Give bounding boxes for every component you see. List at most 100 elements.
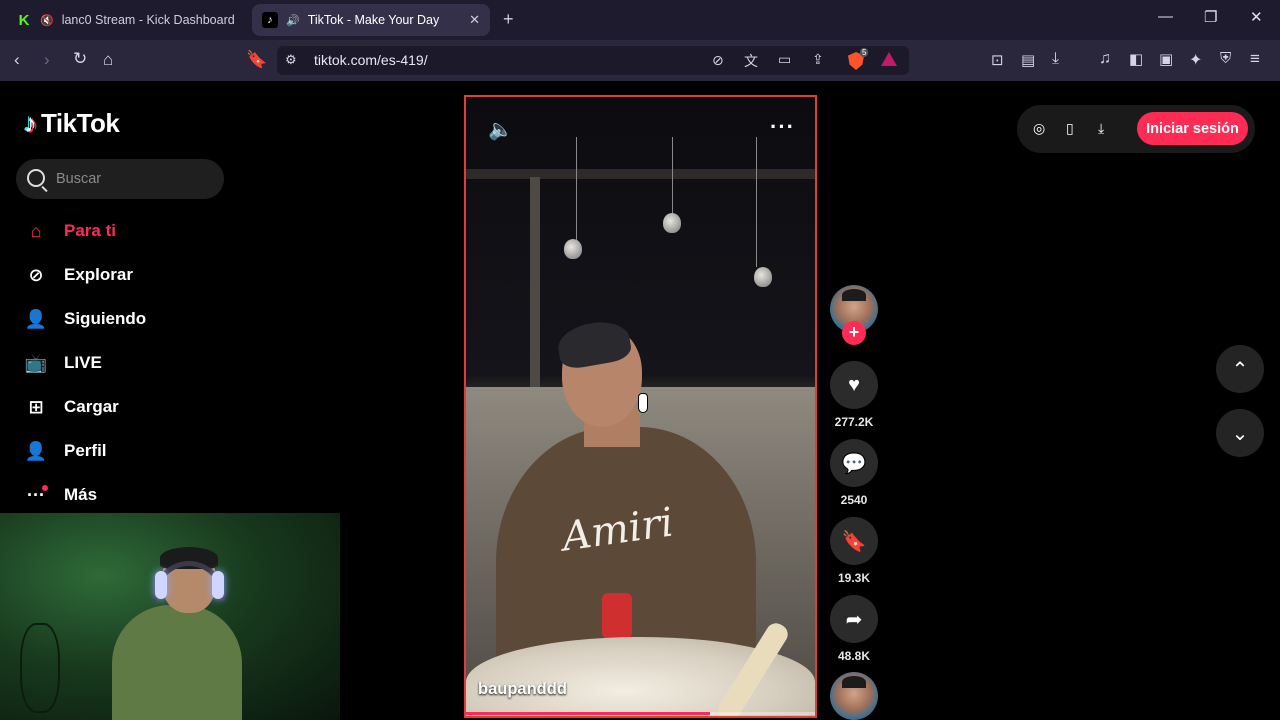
volume-icon[interactable]: 🔈 xyxy=(488,117,513,142)
comment-icon: 💬 xyxy=(841,452,867,475)
forward-icon[interactable]: › xyxy=(44,50,50,70)
light-bulb xyxy=(663,213,681,233)
brand-name: TikTok xyxy=(41,108,120,138)
minimize-icon[interactable]: — xyxy=(1158,8,1173,25)
video-progress-fill xyxy=(466,712,711,715)
home-icon: ⌂ xyxy=(30,220,42,241)
restore-icon[interactable]: ❐ xyxy=(1204,8,1217,26)
light-bulb xyxy=(564,239,582,259)
following-icon: 👤 xyxy=(24,308,48,329)
search-input[interactable] xyxy=(56,170,216,188)
music-disc-avatar[interactable] xyxy=(830,672,878,720)
profile-icon: 👤 xyxy=(24,440,48,461)
tiktok-studio-icon[interactable]: ◎ xyxy=(1033,120,1045,137)
bulb-wire xyxy=(576,137,577,247)
sidebar-item-label: Cargar xyxy=(64,397,119,416)
like-count: 277.2K xyxy=(834,415,874,429)
cast-icon[interactable]: ▭ xyxy=(778,51,791,68)
tiktok-note-icon: ♪ xyxy=(24,108,37,138)
back-icon[interactable]: ‹ xyxy=(14,50,20,70)
upload-plus-icon: ⊞ xyxy=(28,396,44,417)
sidebar-item-perfil[interactable]: 👤 Perfil xyxy=(24,437,107,465)
streamer-body xyxy=(112,605,242,720)
share-count: 48.8K xyxy=(837,649,871,663)
wallet-box-icon[interactable]: ▤ xyxy=(1021,51,1035,69)
video-progress-bar[interactable] xyxy=(466,712,815,715)
vpn-icon[interactable]: ⛨ xyxy=(1220,50,1231,67)
bookmark-icon[interactable]: 🔖 xyxy=(246,50,267,70)
leo-ai-icon[interactable]: ✦ xyxy=(1189,50,1202,70)
headset-cup-left xyxy=(155,571,167,599)
home-browser-icon[interactable]: ⌂ xyxy=(103,50,113,70)
notification-dot xyxy=(42,485,48,491)
tiktok-favicon-icon: ♪ xyxy=(262,12,278,28)
reload-icon[interactable]: ↻ xyxy=(73,49,87,69)
brave-rewards-icon[interactable] xyxy=(881,52,897,66)
next-video-button[interactable]: ⌄ xyxy=(1216,409,1264,457)
close-window-icon[interactable]: ✕ xyxy=(1250,8,1263,26)
comment-button[interactable]: 💬 xyxy=(830,439,878,487)
speaker-icon[interactable]: 🔊 xyxy=(286,14,300,27)
bulb-wire xyxy=(756,137,757,267)
previous-video-button[interactable]: ⌃ xyxy=(1216,345,1264,393)
share-icon[interactable]: ⇪ xyxy=(812,51,824,68)
sidebar-item-siguiendo[interactable]: 👤 Siguiendo xyxy=(24,305,146,333)
close-tab-icon[interactable]: ✕ xyxy=(469,12,480,28)
comment-count: 2540 xyxy=(840,493,868,507)
like-button[interactable]: ♥ xyxy=(830,361,878,409)
mouse-cursor xyxy=(638,393,648,413)
tiktok-logo[interactable]: ♪ TikTok xyxy=(24,108,120,139)
sidebar-item-mas[interactable]: ··· Más xyxy=(24,481,97,509)
bookmark-save-icon: 🔖 xyxy=(841,530,867,553)
sidebar-toggle-icon[interactable]: ◧ xyxy=(1129,50,1143,68)
browser-tab-bar: K 🔇 lanc0 Stream - Kick Dashboard ♪ 🔊 Ti… xyxy=(0,0,1280,40)
sidebar-item-explorar[interactable]: ⊘ Explorar xyxy=(24,261,133,289)
music-icon[interactable]: ♫ xyxy=(1099,50,1111,68)
more-options-icon[interactable]: ··· xyxy=(770,114,795,140)
bulb-wire xyxy=(672,137,673,217)
light-bulb xyxy=(754,267,772,287)
share-button[interactable]: ➦ xyxy=(830,595,878,643)
reader-off-icon[interactable]: ⊘ xyxy=(712,52,724,69)
sidebar-item-label: Perfil xyxy=(64,441,107,460)
compass-icon: ⊘ xyxy=(28,264,44,285)
tab-tiktok[interactable]: ♪ 🔊 TikTok - Make Your Day ✕ xyxy=(252,4,490,36)
muted-speaker-icon[interactable]: 🔇 xyxy=(40,14,54,27)
screenshot-icon[interactable]: ⊡ xyxy=(991,51,1004,69)
tab-kick-dashboard[interactable]: K 🔇 lanc0 Stream - Kick Dashboard xyxy=(6,4,250,36)
tab-title: lanc0 Stream - Kick Dashboard xyxy=(61,13,235,27)
save-count: 19.3K xyxy=(837,571,871,585)
translate-icon[interactable]: 文 xyxy=(744,51,758,71)
save-button[interactable]: 🔖 xyxy=(830,517,878,565)
download-icon[interactable]: ⤓ xyxy=(1052,50,1059,68)
tab-title: TikTok - Make Your Day xyxy=(307,13,440,27)
menu-icon[interactable]: ≡ xyxy=(1250,49,1260,69)
headset-cup-right xyxy=(212,571,224,599)
sidebar-item-label: LIVE xyxy=(64,353,102,372)
site-settings-icon[interactable]: ⚙ xyxy=(285,52,297,68)
download-app-icon[interactable]: ⤓ xyxy=(1098,120,1104,137)
video-author[interactable]: baupanddd xyxy=(478,680,567,699)
login-button[interactable]: Iniciar sesión xyxy=(1137,112,1248,145)
more-dots-icon: ··· xyxy=(24,483,48,507)
guitar-shape xyxy=(20,623,60,713)
new-tab-button[interactable]: + xyxy=(503,9,514,30)
wooden-post xyxy=(530,177,540,387)
wallet-icon[interactable]: ▣ xyxy=(1159,50,1173,68)
webcam-overlay xyxy=(0,513,340,720)
sidebar-item-para-ti[interactable]: ⌂ Para ti xyxy=(24,217,116,245)
sidebar-item-label: Siguiendo xyxy=(64,309,147,328)
sidebar-item-label: Más xyxy=(64,485,98,504)
red-watch xyxy=(602,593,632,639)
kick-logo-icon: K xyxy=(16,12,32,29)
url-text[interactable]: tiktok.com/es-419/ xyxy=(314,52,428,68)
heart-icon: ♥ xyxy=(848,373,860,396)
mobile-app-icon[interactable]: ▯ xyxy=(1066,120,1074,137)
chevron-up-icon: ⌃ xyxy=(1231,358,1249,381)
follow-plus-icon[interactable]: + xyxy=(842,321,866,345)
share-arrow-icon: ➦ xyxy=(845,608,863,631)
live-tv-icon: 📺 xyxy=(24,352,48,373)
sidebar-item-cargar[interactable]: ⊞ Cargar xyxy=(24,393,119,421)
search-icon[interactable] xyxy=(27,169,45,187)
sidebar-item-live[interactable]: 📺 LIVE xyxy=(24,349,102,377)
